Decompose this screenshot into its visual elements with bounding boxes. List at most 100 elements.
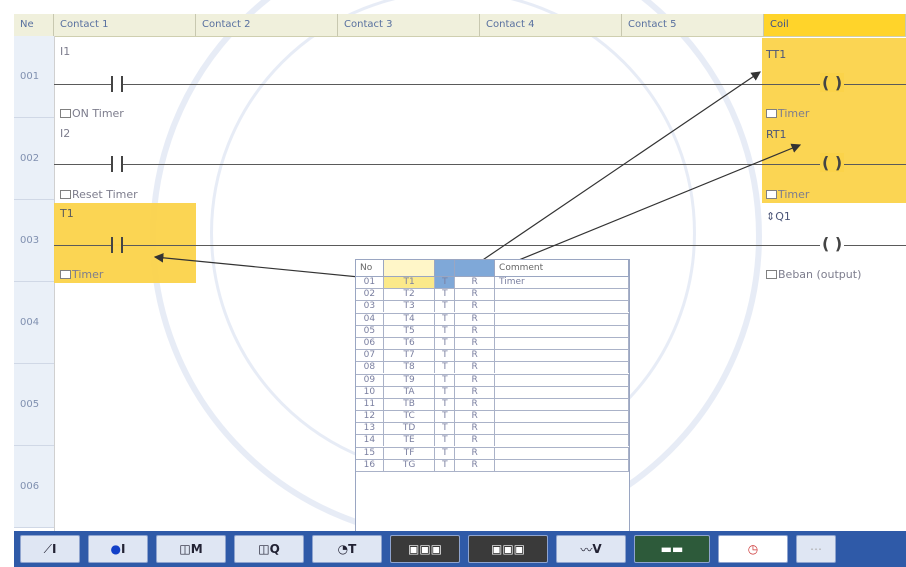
popup-cell-name: T1 [383, 277, 436, 288]
toolbar-display-button[interactable]: ▬▬ [634, 535, 710, 563]
bottom-toolbar: ⟋ I ● I ◫ M ◫ Q ◔ T ▣▣▣ ▣▣▣ 〰 V ▬▬ ◷ ⋯ [14, 531, 906, 567]
popup-cell-a: T [435, 459, 456, 471]
timer-select-popup[interactable]: No Comment 01 T1 T R Timer 02 T2 T R 03 T3 T R 04 T4 T R… [355, 259, 630, 533]
popup-row[interactable]: 11 TB T R [356, 398, 629, 412]
more-icon: ⋯ [810, 542, 822, 556]
popup-cell-comment: Timer [495, 277, 629, 288]
popup-cell-no: 09 [356, 374, 384, 386]
popup-cell-no: 11 [356, 398, 384, 410]
popup-cell-no: 08 [356, 362, 384, 374]
toolbar-output-label: Q [269, 542, 280, 556]
popup-cell-comment [495, 289, 629, 301]
popup-cell-b: R [455, 301, 495, 313]
popup-cell-comment [495, 398, 629, 410]
popup-cell-no: 05 [356, 325, 384, 337]
popup-row[interactable]: 01 T1 T R Timer [356, 277, 629, 290]
popup-cell-name: T5 [384, 325, 436, 337]
popup-cell-a: T [435, 313, 456, 325]
popup-cell-b: R [455, 423, 495, 435]
popup-header-a [435, 260, 456, 276]
popup-cell-b: R [455, 277, 495, 288]
counter-icon: ▣▣▣ [407, 542, 442, 556]
popup-row[interactable]: 16 TG T R [356, 459, 629, 472]
popup-cell-comment [495, 447, 629, 459]
popup-cell-no: 02 [356, 289, 384, 301]
toolbar-compare-button[interactable]: ▣▣▣ [468, 535, 548, 563]
popup-cell-b: R [455, 325, 495, 337]
popup-cell-no: 14 [356, 435, 384, 447]
popup-row[interactable]: 14 TE T R [356, 435, 629, 448]
toolbar-timer-button[interactable]: ◔ T [312, 535, 382, 563]
popup-cell-a: T [435, 374, 456, 386]
popup-header-name [383, 260, 436, 276]
popup-cell-a: T [435, 423, 456, 435]
popup-row[interactable]: 03 T3 T R [356, 301, 629, 314]
popup-cell-no: 06 [356, 337, 384, 349]
popup-row[interactable]: 07 T7 T R [356, 350, 629, 363]
popup-cell-b: R [455, 398, 495, 410]
popup-cell-no: 04 [356, 313, 384, 325]
popup-row[interactable]: 06 T6 T R [356, 337, 629, 351]
popup-cell-a: T [435, 350, 456, 362]
popup-cell-name: TE [384, 435, 436, 447]
popup-cell-name: T9 [384, 374, 436, 386]
popup-row[interactable]: 04 T4 T R [356, 313, 629, 326]
popup-row[interactable]: 02 T2 T R [356, 289, 629, 302]
toolbar-more-button[interactable]: ⋯ [796, 535, 836, 563]
popup-cell-name: TB [384, 398, 436, 410]
arrow-to-tt1 [464, 71, 761, 273]
popup-cell-no: 16 [356, 459, 384, 471]
toolbar-timer-label: T [348, 542, 357, 556]
toolbar-analog-button[interactable]: 〰 V [556, 535, 626, 563]
popup-cell-comment [495, 362, 629, 374]
popup-rows: 01 T1 T R Timer 02 T2 T R 03 T3 T R 04 T4 T R 05 T5 T R 06 T6 T… [356, 277, 629, 472]
popup-row[interactable]: 12 TC T R [356, 411, 629, 424]
popup-cell-name: TF [384, 447, 436, 459]
popup-cell-b: R [455, 435, 495, 447]
popup-cell-a: T [435, 411, 456, 423]
popup-row[interactable]: 05 T5 T R [356, 325, 629, 338]
popup-cell-name: T8 [384, 362, 436, 374]
toolbar-input-label: I [51, 542, 57, 556]
toolbar-rtc-button[interactable]: ◷ [718, 535, 788, 563]
popup-header-no: No [356, 260, 384, 276]
toolbar-input-button[interactable]: ⟋ I [20, 535, 80, 563]
dot-icon: ● [110, 542, 121, 556]
popup-row[interactable]: 08 T8 T R [356, 362, 629, 375]
popup-row[interactable]: 09 T9 T R [356, 374, 629, 387]
popup-cell-b: R [455, 374, 495, 386]
popup-cell-a: T [435, 301, 456, 313]
popup-cell-a: T [435, 398, 456, 410]
popup-cell-no: 15 [356, 447, 384, 459]
popup-header-b [455, 260, 496, 276]
popup-cell-no: 13 [356, 423, 384, 435]
popup-cell-a: T [435, 337, 456, 349]
popup-cell-b: R [455, 313, 495, 325]
toolbar-counter-button[interactable]: ▣▣▣ [390, 535, 460, 563]
popup-cell-a: T [435, 386, 456, 398]
popup-row[interactable]: 15 TF T R [356, 447, 629, 460]
toolbar-input-invert-button[interactable]: ● I [88, 535, 148, 563]
popup-row[interactable]: 13 TD T R [356, 423, 629, 436]
popup-cell-b: R [455, 447, 495, 459]
popup-cell-a: T [435, 447, 456, 459]
popup-cell-name: TA [384, 386, 436, 398]
popup-cell-no: 03 [356, 301, 384, 313]
popup-cell-comment [495, 423, 629, 435]
popup-cell-name: TD [384, 423, 436, 435]
popup-cell-a: T [435, 435, 456, 447]
popup-cell-a: T [435, 277, 456, 288]
analog-icon: 〰 [580, 542, 593, 557]
popup-cell-a: T [435, 289, 456, 301]
popup-cell-comment [495, 411, 629, 423]
toolbar-analog-label: V [592, 542, 602, 556]
popup-cell-b: R [455, 337, 495, 349]
toolbar-output-button[interactable]: ◫ Q [234, 535, 304, 563]
popup-cell-comment [495, 350, 629, 362]
popup-cell-comment [495, 459, 629, 471]
popup-cell-a: T [435, 325, 456, 337]
popup-row[interactable]: 10 TA T R [356, 386, 629, 399]
popup-cell-comment [495, 313, 629, 325]
popup-cell-b: R [455, 289, 495, 301]
toolbar-memory-button[interactable]: ◫ M [156, 535, 226, 563]
